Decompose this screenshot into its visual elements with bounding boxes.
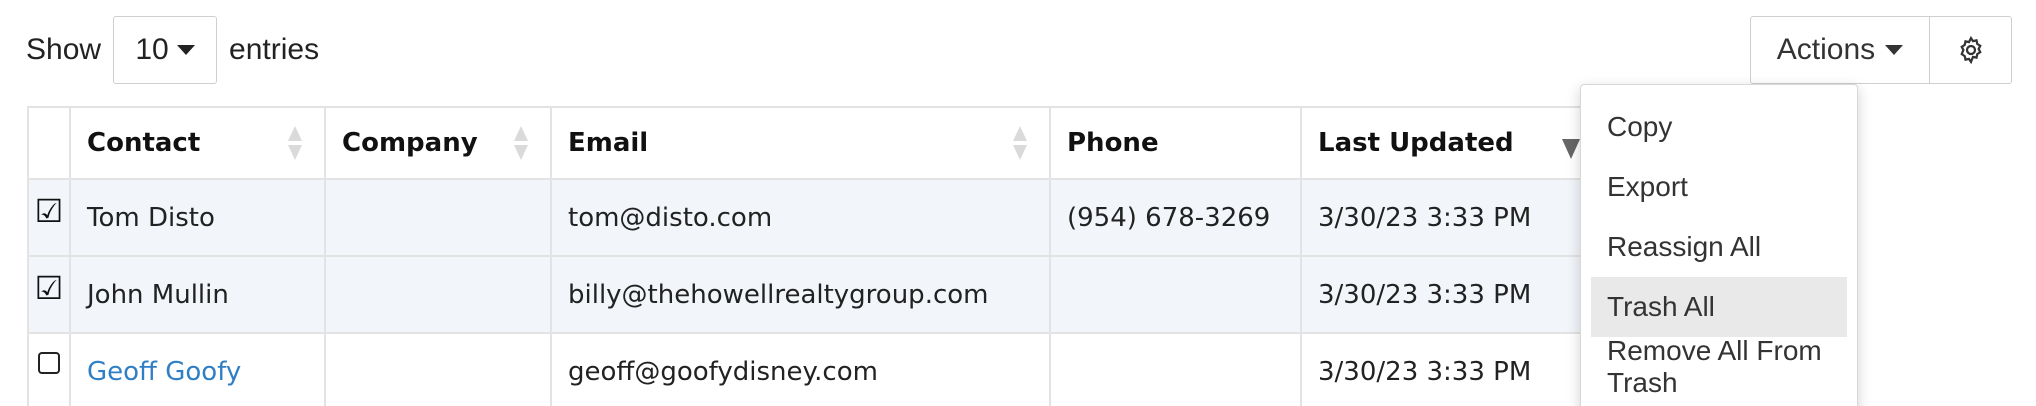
company-cell <box>324 332 552 406</box>
column-header-phone[interactable]: Phone <box>1049 106 1302 180</box>
email-cell: geoff@goofydisney.com <box>550 332 1051 406</box>
row-checkbox-cell[interactable]: ☑ <box>27 178 71 257</box>
settings-button[interactable] <box>1929 16 2012 84</box>
column-header-email[interactable]: Email <box>550 106 1051 180</box>
column-header-label: Phone <box>1067 128 1159 158</box>
table-row[interactable]: ☑ John Mullin billy@thehowellrealtygroup… <box>27 255 1602 334</box>
gear-icon <box>1959 35 1982 65</box>
table-row[interactable]: ☑ Tom Disto tom@disto.com (954) 678-3269… <box>27 178 1602 257</box>
column-header-select <box>27 106 71 180</box>
phone-cell <box>1049 332 1302 406</box>
page-length-select[interactable]: 10 <box>113 16 218 84</box>
column-header-label: Company <box>342 128 478 158</box>
menu-item-remove-all-from-trash[interactable]: Remove All From Trash <box>1591 335 1847 398</box>
column-header-company[interactable]: Company <box>324 106 552 180</box>
sort-icon <box>1013 126 1027 160</box>
column-header-label: Contact <box>87 128 201 158</box>
show-label: Show <box>26 33 102 66</box>
caret-down-icon <box>1885 45 1904 55</box>
actions-button-label: Actions <box>1776 33 1876 66</box>
entries-label: entries <box>229 33 320 66</box>
actions-dropdown-menu: Copy Export Reassign All Trash All Remov… <box>1580 84 1858 406</box>
menu-item-copy[interactable]: Copy <box>1591 97 1847 157</box>
contacts-table: Contact Company Email Phone Last Updated <box>27 106 1602 406</box>
contact-cell: Geoff Goofy <box>69 332 326 406</box>
last-updated-cell: 3/30/23 3:33 PM <box>1300 178 1602 257</box>
page-length-value: 10 <box>135 33 169 66</box>
caret-down-icon <box>176 45 195 55</box>
company-cell <box>324 255 552 334</box>
menu-item-export[interactable]: Export <box>1591 157 1847 217</box>
email-cell: billy@thehowellrealtygroup.com <box>550 255 1051 334</box>
table-row[interactable]: Geoff Goofy geoff@goofydisney.com 3/30/2… <box>27 332 1602 406</box>
column-header-contact[interactable]: Contact <box>69 106 326 180</box>
sort-icon <box>514 126 528 160</box>
column-header-label: Last Updated <box>1318 128 1514 158</box>
contact-cell: Tom Disto <box>69 178 326 257</box>
phone-cell <box>1049 255 1302 334</box>
last-updated-cell: 3/30/23 3:33 PM <box>1300 255 1602 334</box>
checked-checkbox-icon[interactable]: ☑ <box>35 192 64 230</box>
column-header-last-updated[interactable]: Last Updated <box>1300 106 1602 180</box>
menu-item-reassign-all[interactable]: Reassign All <box>1591 217 1847 277</box>
contact-cell: John Mullin <box>69 255 326 334</box>
contact-link[interactable]: Geoff Goofy <box>87 357 241 387</box>
sort-icon <box>288 126 302 160</box>
last-updated-cell: 3/30/23 3:33 PM <box>1300 332 1602 406</box>
email-cell: tom@disto.com <box>550 178 1051 257</box>
actions-button[interactable]: Actions <box>1750 16 1930 84</box>
column-header-label: Email <box>568 128 649 158</box>
row-checkbox-cell[interactable] <box>27 332 71 406</box>
sort-desc-icon <box>1562 139 1580 159</box>
unchecked-checkbox-icon[interactable] <box>38 351 60 374</box>
phone-cell: (954) 678-3269 <box>1049 178 1302 257</box>
checked-checkbox-icon[interactable]: ☑ <box>35 269 64 307</box>
row-checkbox-cell[interactable]: ☑ <box>27 255 71 334</box>
table-header-row: Contact Company Email Phone Last Updated <box>27 106 1602 180</box>
page-length-control: Show 10 entries <box>26 16 319 84</box>
company-cell <box>324 178 552 257</box>
contacts-page: Show 10 entries Actions Contact Company <box>0 0 2036 406</box>
menu-item-trash-all[interactable]: Trash All <box>1591 277 1847 337</box>
